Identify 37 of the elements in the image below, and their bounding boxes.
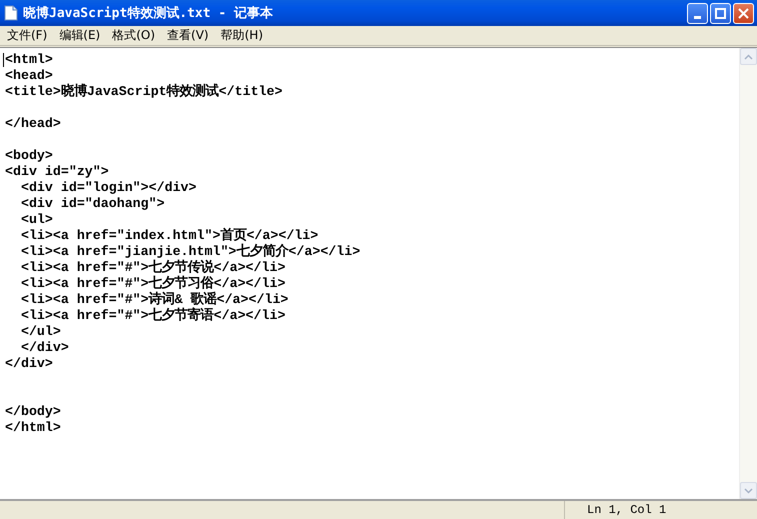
code-line: <li><a href="jianjie.html">七夕简介</a></li>: [20, 244, 360, 260]
menu-item[interactable]: 文件(F): [1, 27, 54, 44]
code-line: </body>: [5, 404, 61, 420]
code-line: </div>: [20, 340, 69, 356]
code-line: <title>晓博JavaScript特效测试</title>: [5, 84, 282, 100]
code-line: <li><a href="index.html">首页</a></li>: [20, 228, 318, 244]
menu-item[interactable]: 编辑(E): [53, 27, 106, 44]
code-line: <li><a href="#">七夕节习俗</a></li>: [20, 276, 286, 292]
menu-item[interactable]: 帮助(H): [214, 27, 269, 44]
close-button[interactable]: [733, 2, 754, 24]
code-line: <li><a href="#">七夕节寄语</a></li>: [20, 308, 286, 324]
text-cursor: [3, 53, 4, 67]
code-line: <body>: [5, 148, 53, 164]
code-line: </head>: [5, 116, 61, 132]
window-title: 晓博JavaScript特效测试.txt - 记事本: [23, 5, 274, 22]
code-line: <li><a href="#">诗词& 歌谣</a></li>: [20, 292, 288, 307]
code-line: <li><a href="#">七夕节传说</a></li>: [20, 260, 286, 276]
code-line: <div id="login"></div>: [20, 180, 197, 196]
cursor-position: Ln 1, Col 1: [586, 503, 668, 517]
maximize-icon: [715, 8, 726, 18]
document-icon: [4, 5, 18, 21]
maximize-button[interactable]: [710, 2, 731, 24]
chevron-up-icon: [744, 54, 753, 60]
minimize-icon: [694, 16, 701, 18]
code-line: <ul>: [20, 212, 53, 228]
close-icon: [738, 8, 749, 18]
minimize-button[interactable]: [687, 2, 708, 24]
code-line: <div id="daohang">: [20, 196, 165, 212]
code-line: <div id="zy">: [5, 164, 109, 180]
menu-item[interactable]: 格式(O): [106, 27, 162, 44]
code-line: </html>: [5, 420, 61, 436]
code-line: <head>: [5, 68, 53, 84]
menu-item[interactable]: 查看(V): [161, 27, 215, 44]
chevron-down-icon: [744, 488, 753, 494]
code-line: </ul>: [20, 324, 61, 340]
code-line: <html>: [5, 52, 53, 68]
code-line: </div>: [5, 356, 53, 372]
